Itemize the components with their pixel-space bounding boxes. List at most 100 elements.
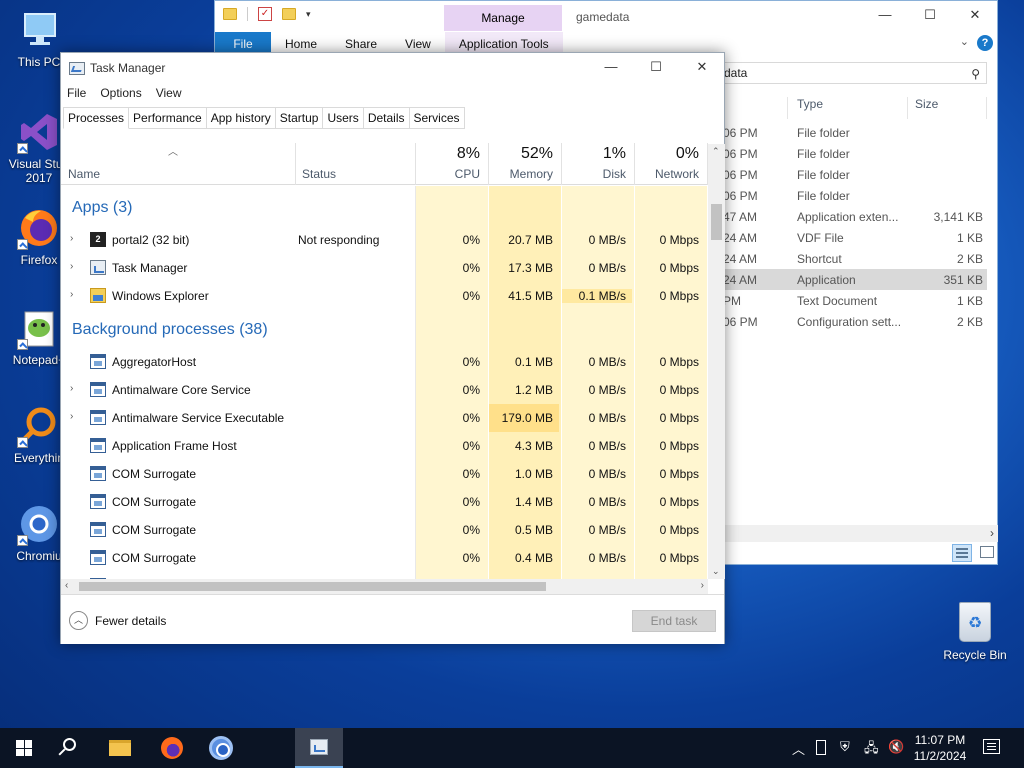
taskbar-task-manager[interactable] — [295, 728, 343, 768]
vertical-scrollbar[interactable]: ⌃ ⌄ — [708, 144, 725, 579]
process-row[interactable]: › Antimalware Core Service 0% 1.2 MB 0 M… — [61, 376, 708, 404]
start-button[interactable] — [0, 728, 48, 768]
title-bar[interactable]: Task Manager — ☐ ✕ — [61, 53, 724, 83]
process-row[interactable]: › 2 portal2 (32 bit) Not responding 0% 2… — [61, 226, 708, 254]
process-row[interactable]: › Antimalware Service Executable 0% 179.… — [61, 404, 708, 432]
close-button[interactable]: ✕ — [687, 59, 717, 75]
expand-chevron-icon[interactable]: › — [70, 289, 73, 300]
expand-chevron-icon[interactable]: › — [70, 411, 73, 422]
process-row[interactable]: AggregatorHost 0% 0.1 MB 0 MB/s 0 Mbps — [61, 348, 708, 376]
file-row[interactable]: 06 PM File folder — [715, 164, 987, 185]
column-divider[interactable] — [986, 97, 987, 119]
search-box[interactable]: data ⚲ — [715, 62, 987, 84]
file-row[interactable]: 06 PM File folder — [715, 122, 987, 143]
horizontal-scrollbar[interactable]: › — [715, 525, 998, 542]
show-hidden-icons-chevron-icon[interactable]: ︿ — [792, 739, 805, 758]
end-task-button[interactable]: End task — [632, 610, 716, 632]
tab-performance[interactable]: Performance — [129, 107, 207, 129]
process-disk: 0 MB/s — [588, 383, 626, 397]
scroll-down-icon[interactable]: ⌄ — [712, 566, 720, 577]
expand-ribbon-chevron-icon[interactable]: ⌄ — [960, 35, 969, 48]
column-divider[interactable] — [295, 143, 296, 185]
volume-muted-icon[interactable]: 🔇 — [888, 739, 904, 755]
column-header-status[interactable]: Status — [302, 167, 336, 181]
scroll-right-icon[interactable]: › — [990, 526, 994, 540]
manage-tab[interactable]: Manage — [444, 5, 562, 31]
taskbar-chromium[interactable] — [197, 728, 245, 768]
file-row[interactable]: 06 PM Configuration sett... 2 KB — [715, 311, 987, 332]
file-row[interactable]: 47 AM Application exten... 3,141 KB — [715, 206, 987, 227]
file-row[interactable]: 06 PM File folder — [715, 185, 987, 206]
scrollbar-thumb[interactable] — [79, 582, 546, 591]
scroll-up-icon[interactable]: ⌃ — [712, 146, 720, 157]
process-row[interactable]: Application Frame Host 0% 4.3 MB 0 MB/s … — [61, 432, 708, 460]
column-header-size[interactable]: Size — [915, 97, 938, 111]
customize-toolbar-chevron-icon[interactable]: ▾ — [306, 9, 311, 20]
tab-startup[interactable]: Startup — [275, 107, 324, 129]
large-icons-view-icon[interactable] — [980, 546, 994, 558]
expand-chevron-icon[interactable]: › — [70, 261, 73, 272]
process-row[interactable]: COM Surrogate 0% 0.4 MB 0 MB/s 0 Mbps — [61, 544, 708, 572]
taskbar-firefox[interactable] — [148, 728, 196, 768]
network-icon[interactable]: 🖧 — [864, 739, 879, 761]
notifications-icon[interactable] — [983, 739, 1000, 754]
horizontal-scrollbar[interactable]: ‹ › — [61, 579, 708, 594]
file-row[interactable]: 24 AM Shortcut 2 KB — [715, 248, 987, 269]
scroll-left-icon[interactable]: ‹ — [65, 580, 68, 591]
column-divider[interactable] — [907, 97, 908, 119]
menu-file[interactable]: File — [67, 86, 86, 100]
expand-chevron-icon[interactable]: › — [70, 383, 73, 394]
column-header-memory[interactable]: 52% Memory — [489, 143, 559, 181]
column-header-network[interactable]: 0% Network — [635, 143, 705, 181]
maximize-button[interactable]: ☐ — [641, 59, 671, 75]
process-row[interactable]: › Windows Explorer 0% 41.5 MB 0.1 MB/s 0… — [61, 282, 708, 310]
minimize-button[interactable]: — — [870, 7, 900, 22]
file-row-selected[interactable]: 24 AM Application 351 KB — [715, 269, 987, 290]
file-row[interactable]: 06 PM File folder — [715, 143, 987, 164]
maximize-button[interactable]: ☐ — [915, 7, 945, 23]
column-divider[interactable] — [787, 97, 788, 119]
process-row[interactable]: › Task Manager 0% 17.3 MB 0 MB/s 0 Mbps — [61, 254, 708, 282]
properties-icon[interactable]: ✓ — [258, 7, 272, 21]
folder-icon[interactable] — [223, 8, 237, 20]
clock[interactable]: 11:07 PM 11/2/2024 — [908, 732, 972, 764]
process-name: AggregatorHost — [112, 355, 197, 369]
minimize-button[interactable]: — — [596, 59, 626, 74]
help-icon[interactable]: ? — [977, 35, 993, 51]
process-row[interactable]: COM Surrogate 0% 1.0 MB 0 MB/s 0 Mbps — [61, 460, 708, 488]
search-icon[interactable]: ⚲ — [971, 64, 980, 84]
tab-details[interactable]: Details — [363, 107, 410, 129]
menu-view[interactable]: View — [156, 86, 182, 100]
file-row[interactable]: 24 AM VDF File 1 KB — [715, 227, 987, 248]
tab-processes[interactable]: Processes — [63, 107, 130, 129]
process-row[interactable]: COM Surrogate 0% 0.5 MB 0 MB/s 0 Mbps — [61, 516, 708, 544]
menu-options[interactable]: Options — [100, 86, 141, 100]
task-manager-window[interactable]: Task Manager — ☐ ✕ File Options View Pro… — [60, 52, 725, 644]
column-header-name[interactable]: Name — [68, 167, 100, 181]
task-manager-icon — [90, 260, 106, 275]
column-header-disk[interactable]: 1% Disk — [562, 143, 632, 181]
security-alert-icon[interactable]: ⛨ — [840, 739, 850, 755]
desktop-icon-recycle-bin[interactable]: Recycle Bin — [940, 602, 1010, 662]
close-button[interactable]: ✕ — [960, 7, 990, 23]
column-header-cpu[interactable]: 8% CPU — [416, 143, 486, 181]
details-view-icon[interactable] — [952, 544, 972, 562]
scrollbar-thumb[interactable] — [711, 204, 722, 240]
tab-services[interactable]: Services — [409, 107, 465, 129]
file-row[interactable]: PM Text Document 1 KB — [715, 290, 987, 311]
taskbar-file-explorer[interactable] — [96, 728, 144, 768]
tab-users[interactable]: Users — [323, 107, 364, 129]
process-row-partial[interactable] — [61, 572, 708, 579]
column-header-type[interactable]: Type — [797, 97, 823, 111]
fewer-details-button[interactable]: ︿ Fewer details — [69, 611, 166, 630]
search-button[interactable] — [48, 728, 96, 768]
scroll-right-icon[interactable]: › — [701, 580, 704, 591]
process-list[interactable]: Apps (3) › 2 portal2 (32 bit) Not respon… — [61, 186, 708, 579]
expand-chevron-icon[interactable]: › — [70, 233, 73, 244]
new-folder-icon[interactable] — [282, 8, 296, 20]
disk-total: 1% — [602, 145, 626, 162]
tab-app-history[interactable]: App history — [206, 107, 276, 129]
file-date: PM — [723, 294, 741, 308]
process-row[interactable]: COM Surrogate 0% 1.4 MB 0 MB/s 0 Mbps — [61, 488, 708, 516]
battery-icon[interactable] — [816, 740, 826, 755]
